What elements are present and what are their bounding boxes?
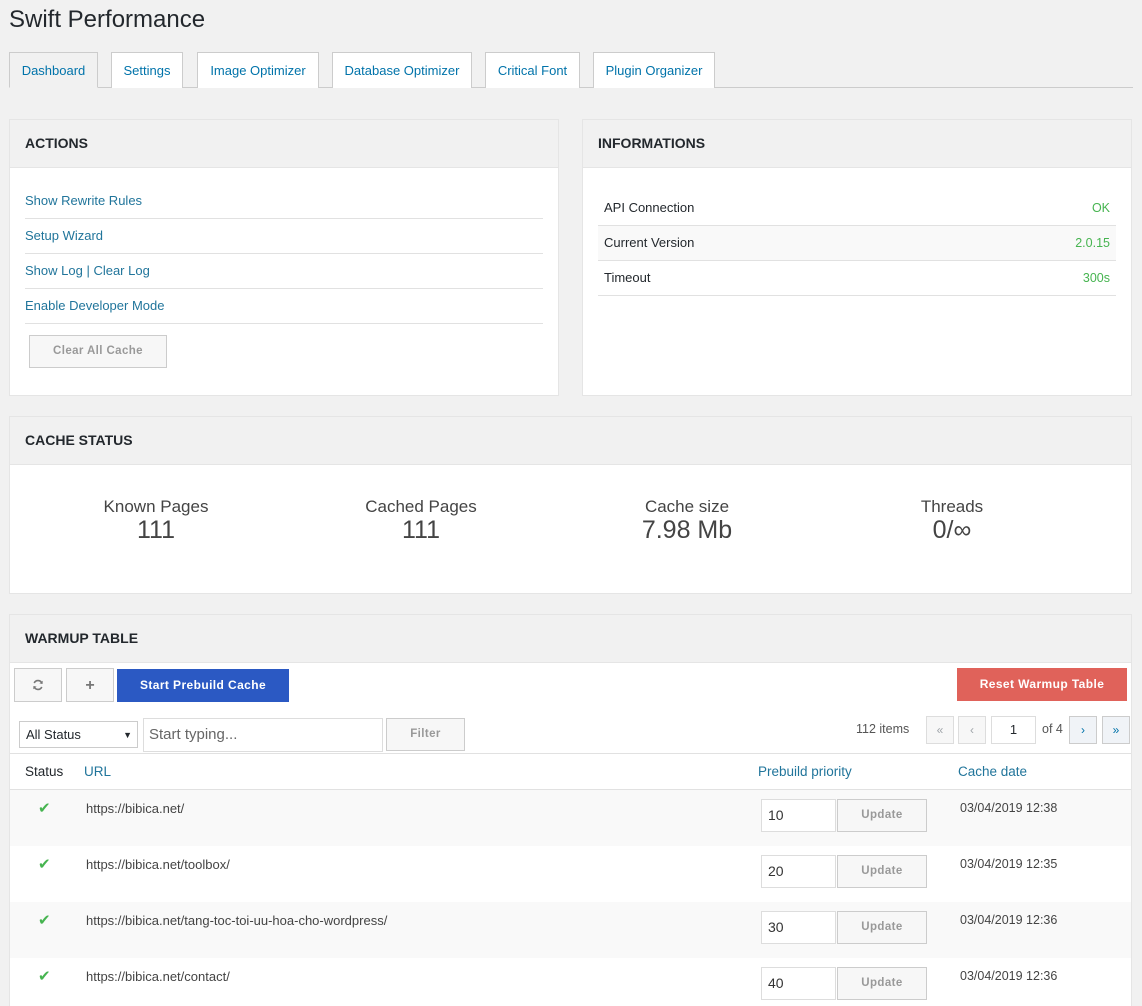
prev-page-button[interactable]: ‹ — [958, 716, 986, 744]
row-cache-date: 03/04/2019 12:36 — [960, 913, 1058, 927]
row-url: https://bibica.net/ — [86, 801, 185, 816]
row-url: https://bibica.net/contact/ — [86, 969, 230, 984]
stat-value: 111 — [401, 516, 440, 544]
priority-input[interactable]: 40 — [761, 967, 836, 1000]
action-item-setup-wizard: Setup Wizard — [25, 219, 543, 254]
update-button[interactable]: Update — [837, 799, 927, 832]
stat-label: Known Pages — [103, 497, 209, 516]
tab-settings[interactable]: Settings — [111, 52, 183, 88]
tab-plugin-organizer[interactable]: Plugin Organizer — [593, 52, 715, 88]
table-row: ✔ https://bibica.net/contact/ 40 Update … — [10, 958, 1131, 1006]
stat-label: Cached Pages — [365, 497, 477, 516]
stat-value: 7.98 Mb — [641, 516, 733, 544]
show-log-link[interactable]: Show Log — [25, 263, 83, 278]
filter-button[interactable]: Filter — [386, 718, 465, 751]
column-cache-date[interactable]: Cache date — [958, 764, 1027, 779]
info-value: 300s — [1082, 271, 1110, 285]
stat-cached-pages: Cached Pages 111 — [321, 497, 521, 543]
update-button[interactable]: Update — [837, 967, 927, 1000]
check-icon: ✔ — [38, 912, 51, 929]
refresh-icon — [33, 679, 43, 691]
action-item-log: Show Log | Clear Log — [25, 254, 543, 289]
first-page-button[interactable]: « — [926, 716, 954, 744]
check-icon: ✔ — [38, 968, 51, 985]
page-title: Swift Performance — [9, 6, 206, 33]
column-prebuild-priority[interactable]: Prebuild priority — [758, 764, 852, 779]
setup-wizard-link[interactable]: Setup Wizard — [25, 228, 103, 243]
current-page-input[interactable]: 1 — [991, 716, 1036, 744]
info-label: Current Version — [604, 235, 695, 250]
stat-label: Cache size — [644, 497, 730, 516]
table-row: ✔ https://bibica.net/toolbox/ 20 Update … — [10, 846, 1131, 902]
priority-input[interactable]: 20 — [761, 855, 836, 888]
plus-icon: + — [85, 677, 95, 694]
info-row-version: Current Version 2.0.15 — [598, 226, 1116, 261]
row-cache-date: 03/04/2019 12:36 — [960, 969, 1058, 983]
add-url-button[interactable]: + — [66, 668, 114, 702]
status-select[interactable]: All Status ▼ — [19, 721, 138, 748]
column-url[interactable]: URL — [84, 764, 111, 779]
priority-input[interactable]: 30 — [761, 911, 836, 944]
start-prebuild-cache-button[interactable]: Start Prebuild Cache — [117, 669, 289, 702]
info-row-api: API Connection OK — [598, 191, 1116, 226]
tab-dashboard[interactable]: Dashboard — [9, 52, 98, 88]
log-separator: | — [82, 263, 94, 278]
last-page-button[interactable]: » — [1102, 716, 1130, 744]
info-value: OK — [1091, 201, 1110, 215]
row-cache-date: 03/04/2019 12:38 — [960, 801, 1058, 815]
table-row: ✔ https://bibica.net/tang-toc-toi-uu-hoa… — [10, 902, 1131, 958]
check-icon: ✔ — [38, 856, 51, 873]
cache-status-title: CACHE STATUS — [10, 417, 1131, 465]
reset-warmup-table-button[interactable]: Reset Warmup Table — [957, 668, 1127, 701]
next-page-button[interactable]: › — [1069, 716, 1097, 744]
chevron-down-icon: ▼ — [123, 730, 132, 740]
informations-title: INFORMATIONS — [583, 120, 1131, 168]
stat-label: Threads — [920, 497, 984, 516]
actions-title: ACTIONS — [10, 120, 558, 168]
enable-developer-mode-link[interactable]: Enable Developer Mode — [25, 298, 164, 313]
status-select-value: All Status — [26, 727, 81, 742]
nav-tabs: Dashboard Settings Image Optimizer Datab… — [9, 52, 1133, 88]
info-label: API Connection — [604, 200, 695, 215]
row-url: https://bibica.net/tang-toc-toi-uu-hoa-c… — [86, 913, 388, 928]
stat-cache-size: Cache size 7.98 Mb — [587, 497, 787, 543]
action-item-developer-mode: Enable Developer Mode — [25, 289, 543, 324]
page-total: of 4 — [1042, 722, 1063, 736]
items-count: 112 items — [856, 722, 910, 736]
clear-all-cache-button[interactable]: Clear All Cache — [29, 335, 167, 368]
column-status: Status — [25, 764, 64, 779]
tab-critical-font[interactable]: Critical Font — [485, 52, 580, 88]
update-button[interactable]: Update — [837, 855, 927, 888]
stat-known-pages: Known Pages 111 — [56, 497, 256, 543]
update-button[interactable]: Update — [837, 911, 927, 944]
warmup-title: WARMUP TABLE — [10, 615, 1131, 663]
info-label: Timeout — [604, 270, 651, 285]
action-item-rewrite-rules: Show Rewrite Rules — [25, 184, 543, 219]
priority-input[interactable]: 10 — [761, 799, 836, 832]
tab-image-optimizer[interactable]: Image Optimizer — [197, 52, 319, 88]
tab-database-optimizer[interactable]: Database Optimizer — [332, 52, 472, 88]
cache-status-panel: CACHE STATUS Known Pages 111 Cached Page… — [9, 416, 1132, 594]
refresh-button[interactable] — [14, 668, 62, 702]
stat-threads: Threads 0/∞ — [852, 497, 1052, 543]
info-value: 2.0.15 — [1075, 236, 1110, 250]
actions-panel: ACTIONS Show Rewrite Rules Setup Wizard … — [9, 119, 559, 396]
show-rewrite-rules-link[interactable]: Show Rewrite Rules — [25, 193, 142, 208]
row-cache-date: 03/04/2019 12:35 — [960, 857, 1058, 871]
check-icon: ✔ — [38, 800, 51, 817]
informations-panel: INFORMATIONS API Connection OK Current V… — [582, 119, 1132, 396]
search-input[interactable]: Start typing... — [143, 718, 383, 752]
stat-value: 111 — [136, 516, 175, 544]
table-row: ✔ https://bibica.net/ 10 Update 03/04/20… — [10, 790, 1131, 846]
info-row-timeout: Timeout 300s — [598, 261, 1116, 296]
stat-value: 0/∞ — [932, 516, 972, 544]
clear-log-link[interactable]: Clear Log — [93, 263, 149, 278]
row-url: https://bibica.net/toolbox/ — [86, 857, 230, 872]
